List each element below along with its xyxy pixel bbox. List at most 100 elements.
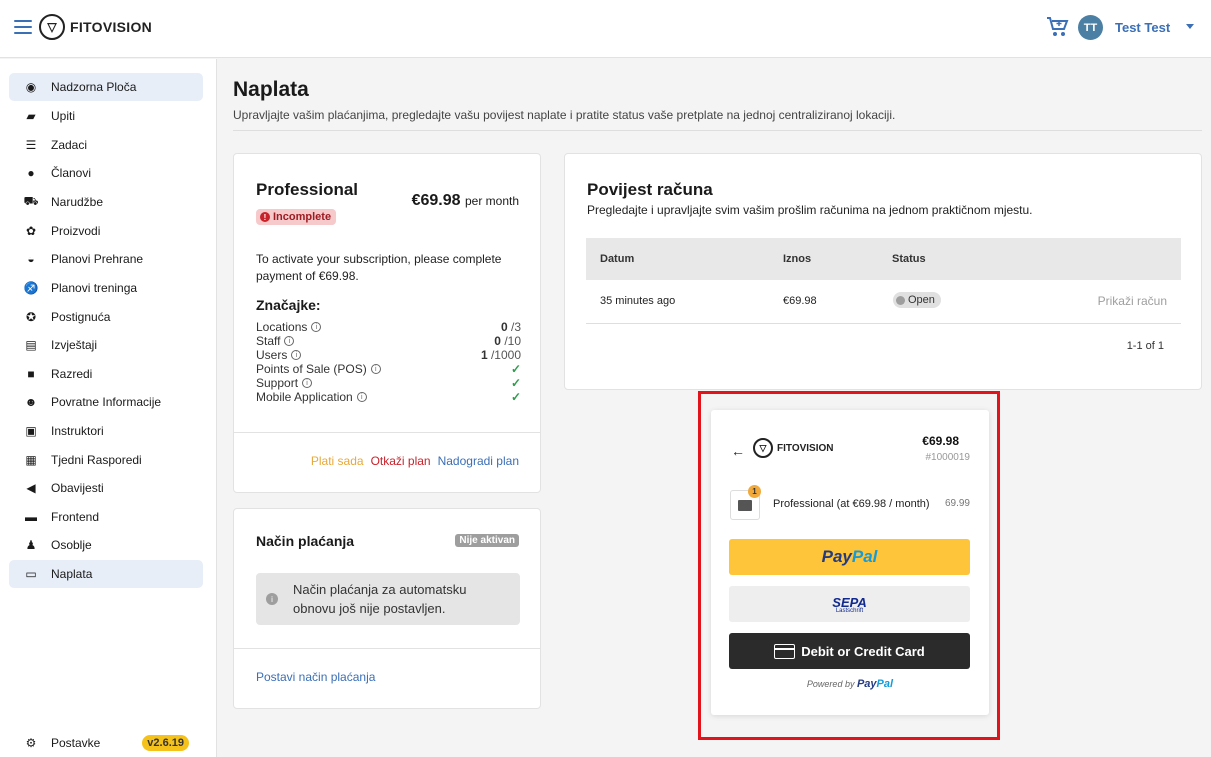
sidebar-item-billing[interactable]: ▭ Naplata [9,560,203,588]
sidebar-item-meal-plans[interactable]: ◒ Planovi Prehrane [9,245,203,273]
sidebar-item-label: Izvještaji [51,338,98,352]
sepa-sublabel: Lastschrift [835,607,864,614]
sidebar-item-feedback[interactable]: ☻ Povratne Informacije [9,388,203,416]
invoice-date: 35 minutes ago [600,295,676,307]
payment-method-card: Način plaćanja Nije aktivan i Način plać… [233,508,541,709]
info-icon[interactable]: i [302,378,313,388]
info-icon[interactable]: i [291,350,302,360]
info-icon[interactable]: i [284,336,295,346]
sidebar-item-label: Planovi treninga [51,281,138,295]
divider [233,130,1202,131]
sidebar-item-achievements[interactable]: ✪ Postignuća [9,303,203,331]
check-icon: ✓ [510,390,521,404]
page-subtitle: Upravljajte vašim plaćanjima, pregledajt… [233,108,896,122]
cancel-plan-link[interactable]: Otkaži plan [371,454,431,468]
chevron-down-icon[interactable] [1186,24,1194,29]
info-icon[interactable]: i [356,392,367,402]
run-icon: ♐ [23,281,39,295]
tasks-icon: ☰ [25,138,37,152]
cart-icon[interactable] [1046,16,1070,38]
check-icon: ✓ [510,376,521,390]
info-text: Način plaćanja za automatsku obnovu još … [293,582,467,616]
sepa-button[interactable]: SEPA Lastschrift [729,586,970,622]
invoice-amount: €69.98 [783,295,817,307]
feature-value: 1 /1000 [481,348,521,362]
feature-value: 0 /3 [501,320,521,334]
sidebar-item-orders[interactable]: ⛟ Narudžbe [9,188,203,216]
sidebar-item-weekly-schedules[interactable]: ▦ Tjedni Rasporedi [9,446,203,474]
feature-label: Staff [256,334,281,348]
status-badge: Open [893,292,941,308]
sidebar-item-dashboard[interactable]: ◉ Nadzorna Ploča [9,73,203,101]
paypal-checkout: ← ▽ FITOVISION €69.98 #1000019 1 Profess… [711,410,989,715]
upgrade-plan-link[interactable]: Nadogradi plan [438,454,519,468]
history-subtitle: Pregledajte i upravljajte svim vašim pro… [587,203,1033,217]
features-title: Značajke: [256,297,321,313]
sidebar-item-notifications[interactable]: ◀ Obavijesti [9,474,203,502]
instructor-icon: ▣ [25,424,37,438]
checkout-total: €69.98 [922,434,959,448]
sidebar-item-instructors[interactable]: ▣ Instruktori [9,417,203,445]
set-payment-method-link[interactable]: Postavi način plaćanja [256,670,375,684]
user-name[interactable]: Test Test [1115,20,1170,35]
cart-icon: ⛟ [23,194,39,208]
sidebar-item-label: Članovi [51,166,92,180]
avatar[interactable]: TT [1078,15,1103,40]
column-header[interactable]: Status [892,253,926,265]
feature-row: Users i 1 /1000 [256,348,521,362]
sidebar-item-settings[interactable]: ⚙ Postavke v2.6.19 [9,729,203,757]
sidebar-item-tasks[interactable]: ☰ Zadaci [9,131,203,159]
sidebar-item-label: Nadzorna Ploča [51,80,137,94]
version-badge: v2.6.19 [142,735,189,751]
sidebar-item-training-plans[interactable]: ♐ Planovi treninga [9,274,203,302]
item-name: Professional (at €69.98 / month) [773,498,930,510]
feature-label: Mobile Application [256,390,353,404]
pay-now-link[interactable]: Plati sada [311,454,364,468]
app-logo[interactable]: ▽ FITOVISION [39,14,152,40]
paypal-button[interactable]: Pay Pal [729,539,970,575]
feature-row: Points of Sale (POS) i ✓ [256,362,521,376]
table-header: Datum Iznos Status [586,238,1181,280]
image-placeholder-icon [738,499,752,511]
sidebar-item-classes[interactable]: ■ Razredi [9,360,203,388]
feature-row: Locations i 0 /3 [256,320,521,334]
sidebar-item-frontend[interactable]: ▬ Frontend [9,503,203,531]
sidebar-item-products[interactable]: ✿ Proizvodi [9,217,203,245]
divider [234,648,540,649]
sidebar-item-label: Naplata [51,567,93,581]
sidebar-item-label: Upiti [51,109,76,123]
column-header[interactable]: Datum [600,253,634,265]
sidebar-item-inquiries[interactable]: ▰ Upiti [9,102,203,130]
divider [234,432,540,433]
paypal-wordmark-part: Pay [821,547,852,566]
info-icon[interactable]: i [370,364,381,374]
powered-by-paypal: Powered by PayPal [711,678,989,690]
status-badge-label: Incomplete [273,211,332,223]
plan-period: per month [464,194,519,208]
sidebar-item-staff[interactable]: ♟ Osoblje [9,531,203,559]
sidebar-item-members[interactable]: ● Članovi [9,159,203,187]
menu-icon[interactable] [14,20,32,34]
logo-icon: ▽ [39,14,65,40]
chat-icon: ▰ [26,109,36,123]
payment-method-title: Način plaćanja [256,533,355,549]
paypal-wordmark-part: Pay [856,678,877,690]
back-arrow-icon[interactable]: ← [731,443,745,459]
feature-row: Support i ✓ [256,376,521,390]
sidebar-item-label: Postavke [51,736,101,750]
feature-label: Users [256,348,288,362]
sidebar-item-label: Razredi [51,367,93,381]
column-header[interactable]: Iznos [783,253,811,265]
sidebar-item-label: Proizvodi [51,224,101,238]
debit-credit-card-button[interactable]: Debit or Credit Card [729,633,970,669]
sidebar-item-label: Osoblje [51,538,92,552]
info-icon[interactable]: i [311,322,322,332]
show-invoice-button[interactable]: Prikaži račun [1098,294,1167,308]
dashboard-icon: ◉ [25,80,37,94]
paypal-wordmark-part: Pal [851,547,878,566]
sidebar-item-label: Narudžbe [51,195,104,209]
powered-by-label: Powered by [806,679,855,689]
feature-used: 1 [480,348,488,362]
credit-card-icon: ▭ [25,567,37,581]
sidebar-item-reports[interactable]: ▤ Izvještaji [9,331,203,359]
